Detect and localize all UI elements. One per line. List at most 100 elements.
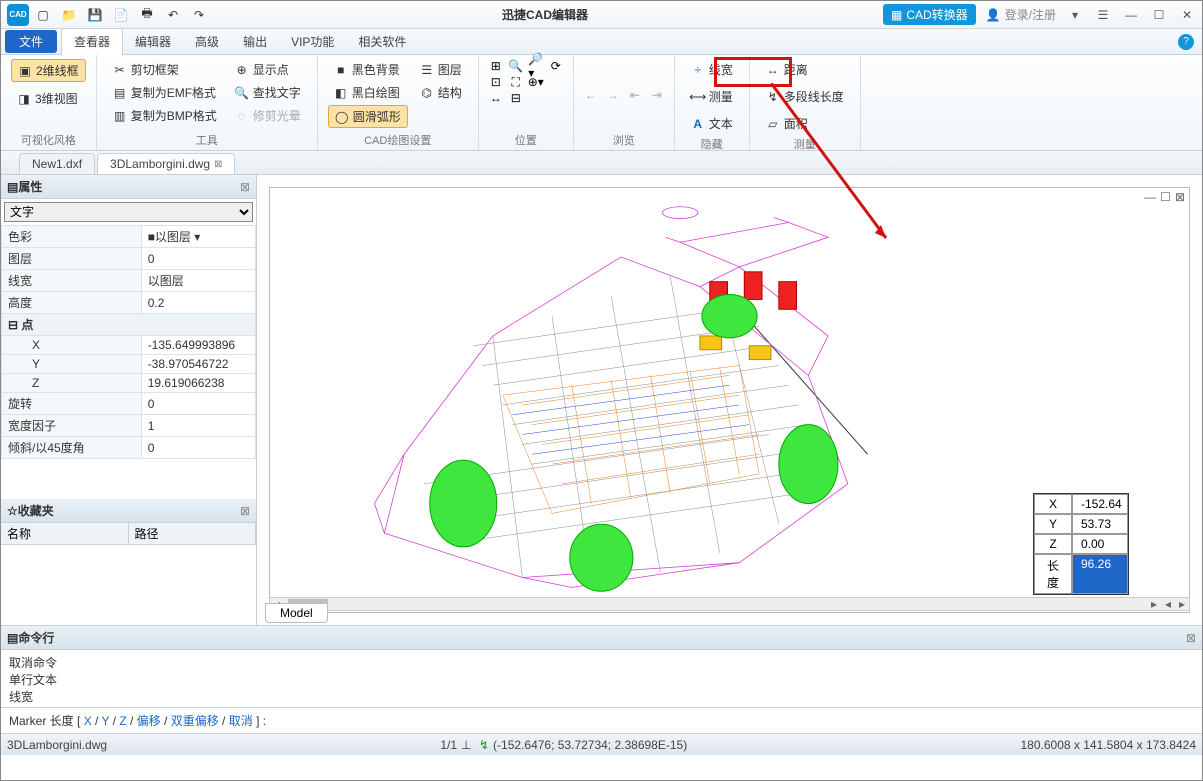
- zoom-icon[interactable]: 🔍: [509, 59, 523, 73]
- tab-advanced[interactable]: 高级: [183, 29, 231, 55]
- status-grid-icon[interactable]: ↯: [475, 738, 493, 752]
- tab-related[interactable]: 相关软件: [346, 29, 418, 55]
- prop-rot-value[interactable]: 0: [141, 393, 255, 415]
- cad-converter-button[interactable]: ▦ CAD转换器: [883, 4, 976, 25]
- cmd-opt-cancel[interactable]: 取消: [229, 714, 253, 728]
- help-icon[interactable]: ?: [1178, 34, 1194, 50]
- properties-close-icon[interactable]: ⊠: [240, 180, 250, 194]
- model-space-tab[interactable]: Model: [265, 603, 328, 623]
- command-history: 取消命令 单行文本 线宽 Marker: [1, 650, 1202, 708]
- command-close-icon[interactable]: ⊠: [1186, 631, 1196, 645]
- file-menu[interactable]: 文件: [5, 30, 57, 53]
- quick-access-toolbar: ▢ 📁 💾 📄 🖶 ↶ ↷: [35, 7, 207, 23]
- prop-lw-value[interactable]: 以图层: [141, 270, 255, 292]
- smooth-arc-button[interactable]: ◯圆滑弧形: [328, 105, 408, 128]
- fwd-icon[interactable]: →: [606, 88, 620, 102]
- favorites-col-path[interactable]: 路径: [129, 523, 257, 544]
- tab-vip[interactable]: VIP功能: [279, 29, 346, 55]
- drawing-canvas[interactable]: — ☐ ⊠: [269, 187, 1190, 613]
- vp-max-icon[interactable]: ☐: [1160, 190, 1171, 204]
- close-tab-icon[interactable]: ⊠: [214, 159, 222, 170]
- pos4-icon[interactable]: ⊟: [509, 91, 523, 105]
- vp-min-icon[interactable]: —: [1144, 190, 1156, 204]
- pos-icon[interactable]: ⊞: [489, 59, 503, 73]
- viewport[interactable]: — ☐ ⊠: [257, 175, 1202, 625]
- maximize-icon[interactable]: ☐: [1150, 8, 1168, 22]
- prop-point-group[interactable]: ⊟ 点: [2, 314, 256, 336]
- layer-button[interactable]: ☰图层: [414, 59, 468, 80]
- undo-icon[interactable]: ↶: [165, 7, 181, 23]
- cmd-opt-offset[interactable]: 偏移: [137, 714, 161, 728]
- open-icon[interactable]: 📁: [61, 7, 77, 23]
- bw-draw-button[interactable]: ◧黑白绘图: [328, 82, 408, 103]
- zoomr-icon[interactable]: ⊕▾: [529, 75, 543, 89]
- scroll-right2-icon[interactable]: ▸: [1175, 597, 1189, 611]
- print-icon[interactable]: 🖶: [139, 7, 155, 23]
- prop-color-value[interactable]: ■以图层 ▾: [141, 226, 255, 248]
- redo-icon[interactable]: ↷: [191, 7, 207, 23]
- status-dimensions: 180.6008 x 141.5804 x 173.8424: [1021, 738, 1197, 752]
- favorites-col-name[interactable]: 名称: [1, 523, 129, 544]
- doc-tab-lamborgini[interactable]: 3DLamborgini.dwg⊠: [97, 153, 235, 174]
- backd-icon[interactable]: ⇤: [628, 88, 642, 102]
- copy-bmp-button[interactable]: ▥复制为BMP格式: [107, 105, 223, 126]
- refresh-icon[interactable]: ⟳: [549, 59, 563, 73]
- vp-close-icon[interactable]: ⊠: [1175, 190, 1185, 204]
- minimize-icon[interactable]: —: [1122, 8, 1140, 22]
- measure-label: 测量: [709, 88, 733, 105]
- text-button[interactable]: A文本: [685, 113, 739, 134]
- cube3d-icon: ◨: [17, 92, 31, 106]
- horizontal-scrollbar[interactable]: ◂ ▸ ◂ ▸: [269, 597, 1190, 611]
- cmd-opt-double-offset[interactable]: 双重偏移: [171, 714, 219, 728]
- copy-emf-button[interactable]: ▤复制为EMF格式: [107, 82, 223, 103]
- fit-icon[interactable]: ⛶: [509, 75, 523, 89]
- find-text-label: 查找文字: [253, 84, 301, 101]
- scroll-left2-icon[interactable]: ◂: [1161, 597, 1175, 611]
- new-icon[interactable]: ▢: [35, 7, 51, 23]
- viewport-tools: — ☐ ⊠: [1144, 190, 1185, 204]
- doc-icon[interactable]: 📄: [113, 7, 129, 23]
- pos3-icon[interactable]: ↔: [489, 91, 503, 105]
- menu-icon[interactable]: ☰: [1094, 8, 1112, 22]
- zoomw-icon[interactable]: 🔎▾: [529, 59, 543, 73]
- prop-height-value[interactable]: 0.2: [141, 292, 255, 314]
- tab-viewer[interactable]: 查看器: [61, 28, 123, 56]
- prop-layer-value[interactable]: 0: [141, 248, 255, 270]
- prop-oblique-value[interactable]: 0: [141, 437, 255, 459]
- distance-button[interactable]: ↔距离: [760, 59, 850, 80]
- doc-tab-new1[interactable]: New1.dxf: [19, 153, 95, 174]
- status-snap-icon[interactable]: ⊥: [457, 738, 475, 752]
- save-icon[interactable]: 💾: [87, 7, 103, 23]
- cut-frame-button[interactable]: ✂剪切框架: [107, 59, 223, 80]
- cmd-opt-y[interactable]: Y: [102, 714, 110, 728]
- cmd-opt-z[interactable]: Z: [119, 714, 126, 728]
- back-icon[interactable]: ←: [584, 88, 598, 102]
- coord-len-value[interactable]: 96.26: [1072, 554, 1128, 594]
- measure-button[interactable]: ⟷测量: [685, 86, 739, 107]
- tab-editor[interactable]: 编辑器: [123, 29, 183, 55]
- prop-x-value[interactable]: -135.649993896: [141, 336, 255, 355]
- close-icon[interactable]: ✕: [1178, 8, 1196, 22]
- show-point-button[interactable]: ⊕显示点: [229, 59, 307, 80]
- command-panel: ▤ 命令行 ⊠ 取消命令 单行文本 线宽 Marker Marker 长度 [ …: [1, 625, 1202, 733]
- work-area: ▤ 属性 ⊠ 文字 色彩■以图层 ▾ 图层0 线宽以图层 高度0.2 ⊟ 点 X…: [1, 175, 1202, 625]
- find-text-button[interactable]: 🔍查找文字: [229, 82, 307, 103]
- cmd-opt-x[interactable]: X: [84, 714, 92, 728]
- view-3d-button[interactable]: ◨3维视图: [11, 88, 86, 109]
- lineweight-button[interactable]: ÷线宽: [685, 59, 739, 80]
- entity-type-select[interactable]: 文字: [4, 202, 253, 222]
- black-bg-button[interactable]: ■黑色背景: [328, 59, 408, 80]
- favorites-close-icon[interactable]: ⊠: [240, 504, 250, 518]
- scroll-right-icon[interactable]: ▸: [1147, 597, 1161, 611]
- dropdown-icon[interactable]: ▾: [1066, 8, 1084, 22]
- pos2-icon[interactable]: ⊡: [489, 75, 503, 89]
- tab-output[interactable]: 输出: [231, 29, 279, 55]
- wireframe-2d-button[interactable]: ▣2维线框: [11, 59, 86, 82]
- prop-z-value[interactable]: 19.619066238: [141, 374, 255, 393]
- structure-button[interactable]: ⌬结构: [414, 82, 468, 103]
- command-input[interactable]: Marker 长度 [ X / Y / Z / 偏移 / 双重偏移 / 取消 ]…: [1, 708, 1202, 733]
- prop-y-value[interactable]: -38.970546722: [141, 355, 255, 374]
- login-button[interactable]: 👤 登录/注册: [986, 6, 1056, 23]
- prop-widthf-value[interactable]: 1: [141, 415, 255, 437]
- fwdd-icon[interactable]: ⇥: [650, 88, 664, 102]
